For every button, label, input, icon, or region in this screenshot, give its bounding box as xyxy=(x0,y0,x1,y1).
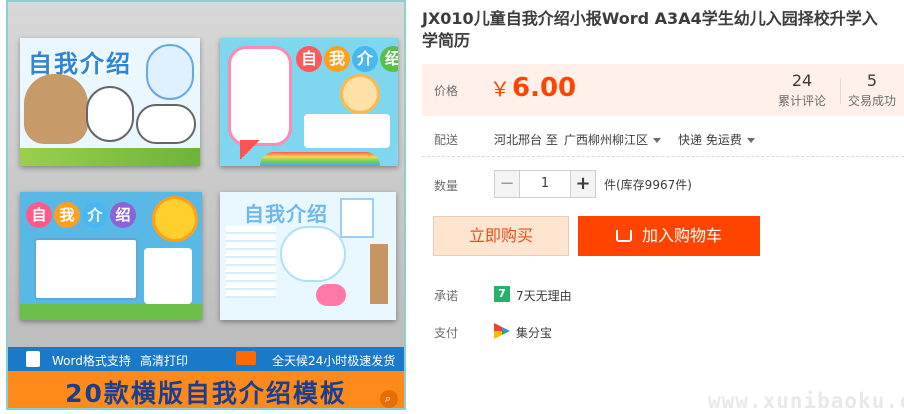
template-1-title: 自我介绍 xyxy=(28,50,132,78)
template-4-title: 自我介绍 xyxy=(244,202,328,226)
signpost-illustration xyxy=(370,244,388,304)
reviews-count: 24 xyxy=(791,71,813,90)
deals-count: 5 xyxy=(866,71,878,90)
template-thumbnail-4: 自我介绍 xyxy=(220,192,396,320)
word-doc-icon xyxy=(26,351,40,367)
grass-border xyxy=(20,148,200,166)
ship-from: 河北邢台 至 xyxy=(494,133,558,147)
cloud-textbox xyxy=(136,104,196,144)
shipping-method-text: 快递 免运费 xyxy=(678,133,742,147)
reviews-label: 累计评论 xyxy=(777,94,826,108)
divider xyxy=(422,156,904,157)
delivery-truck-icon xyxy=(236,351,256,365)
increase-button[interactable]: + xyxy=(570,170,596,198)
reviews-stat[interactable]: 24 累计评论 xyxy=(772,70,832,109)
watermark: www.xunibaoku.com xyxy=(708,389,904,413)
text-frame xyxy=(228,46,292,146)
banner-text: 20款横版自我介绍模板 xyxy=(65,378,347,408)
template-thumbnail-3: 自 我 介 绍 xyxy=(20,192,202,320)
sailboat-illustration xyxy=(240,140,260,160)
price-label: 价格 xyxy=(434,84,459,98)
template-thumbnail-2: 自 我 介 绍 xyxy=(220,38,398,166)
word-support-text: Word格式支持 xyxy=(52,354,131,368)
jifenbao-icon xyxy=(494,323,510,339)
title-char: 自 xyxy=(296,46,322,72)
book-textbox xyxy=(34,238,138,300)
quantity-label: 数量 xyxy=(434,179,459,193)
feature-strip: Word格式支持 高清打印 全天候24小时极速发货 xyxy=(8,347,404,371)
deals-label: 交易成功 xyxy=(847,94,896,108)
sunflower-photo-frame xyxy=(152,196,198,242)
price-box: 价格 ￥6.00 24 累计评论 5 交易成功 xyxy=(422,64,904,116)
cloud-textbox xyxy=(280,226,346,282)
chevron-down-icon xyxy=(653,138,662,143)
title-char: 介 xyxy=(82,202,108,228)
stock-text: 件(库存9967件) xyxy=(604,178,692,192)
payment-method-link[interactable]: 集分宝 xyxy=(516,324,552,341)
seven-day-return-icon: 7 xyxy=(494,286,510,302)
shipping-method-select[interactable]: 快递 免运费 xyxy=(678,131,755,148)
title-char: 绍 xyxy=(110,202,136,228)
price-amount: 6.00 xyxy=(512,73,577,103)
ship-to-text: 广西柳州柳江区 xyxy=(564,133,649,147)
banner: 20款横版自我介绍模板 ⌕ xyxy=(8,371,404,408)
seven-day-return-link[interactable]: 7天无理由 xyxy=(516,287,572,304)
zoom-icon[interactable]: ⌕ xyxy=(380,390,398,408)
speech-bubble xyxy=(86,86,134,142)
hd-print-text: 高清打印 xyxy=(140,354,189,368)
decrease-button[interactable]: − xyxy=(494,170,520,198)
chevron-down-icon xyxy=(746,138,755,143)
currency-symbol: ￥ xyxy=(490,77,510,101)
child-photo-frame xyxy=(340,74,380,114)
rainbow-illustration xyxy=(260,152,380,166)
grass-border xyxy=(20,304,202,320)
child-photo-frame xyxy=(146,44,194,100)
title-char: 介 xyxy=(352,46,378,72)
payment-label: 支付 xyxy=(434,326,459,340)
ship-to-select[interactable]: 广西柳州柳江区 xyxy=(564,131,662,148)
text-box xyxy=(304,114,390,148)
butterfly-illustration xyxy=(316,284,346,306)
lined-textbox xyxy=(226,226,276,298)
buy-now-button[interactable]: 立即购买 xyxy=(433,216,569,256)
template-3-title: 自 我 介 绍 xyxy=(26,202,136,228)
add-to-cart-button[interactable]: 加入购物车 xyxy=(578,216,760,256)
template-thumbnail-1: 自我介绍 xyxy=(20,38,200,166)
template-2-title: 自 我 介 绍 xyxy=(296,46,398,72)
quantity-stepper: − 1 + xyxy=(494,170,596,198)
delivery-text: 全天候24小时极速发货 xyxy=(272,354,396,368)
stat-divider xyxy=(840,78,841,104)
cart-icon xyxy=(615,229,632,242)
product-main-image[interactable]: 自我介绍 自 我 介 绍 自 我 介 绍 自我介绍 xyxy=(6,0,406,410)
note-card xyxy=(144,248,192,304)
bear-illustration xyxy=(24,74,88,144)
product-title: JX010儿童自我介绍小报Word A3A4学生幼儿入园择校升学入学简历 xyxy=(422,9,878,50)
title-char: 自 xyxy=(26,202,52,228)
child-photo-frame xyxy=(340,198,374,238)
price-value: ￥6.00 xyxy=(490,73,576,103)
product-detail-panel: JX010儿童自我介绍小报Word A3A4学生幼儿入园择校升学入学简历 价格 … xyxy=(422,0,904,414)
promise-label: 承诺 xyxy=(434,289,459,303)
deals-stat: 5 交易成功 xyxy=(842,70,902,109)
title-char: 我 xyxy=(324,46,350,72)
quantity-input[interactable]: 1 xyxy=(520,170,570,198)
delivery-label: 配送 xyxy=(434,133,459,147)
add-to-cart-label: 加入购物车 xyxy=(641,226,722,245)
title-char: 我 xyxy=(54,202,80,228)
title-char: 绍 xyxy=(380,46,398,72)
